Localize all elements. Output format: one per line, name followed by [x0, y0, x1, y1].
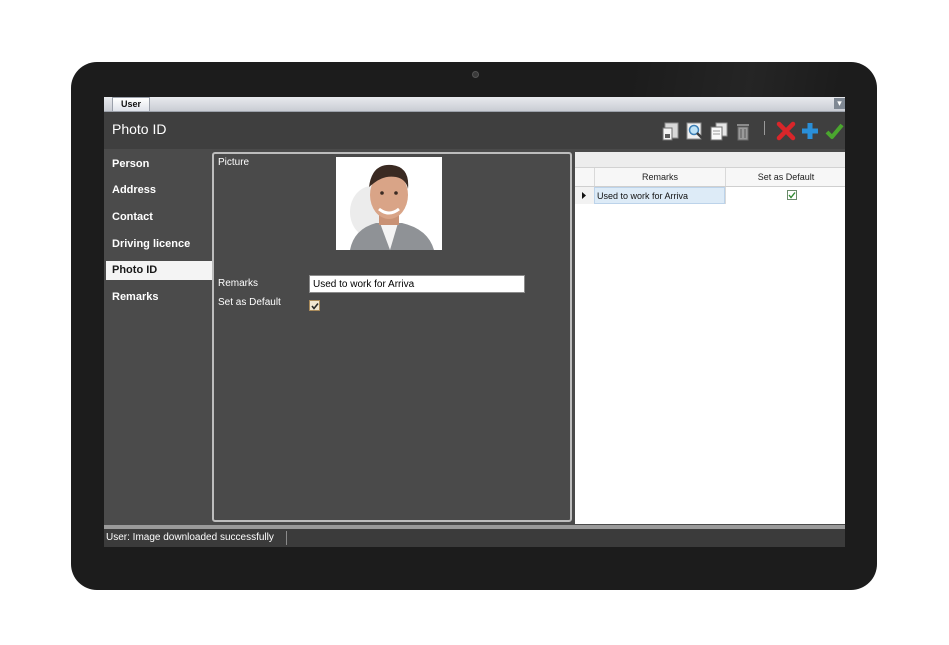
- cancel-button[interactable]: [775, 120, 797, 142]
- set-default-checkbox[interactable]: [309, 300, 320, 311]
- confirm-button[interactable]: [823, 120, 845, 142]
- status-bar: User: Image downloaded successfully: [104, 529, 845, 547]
- sidebar-item-driving-licence[interactable]: Driving licence: [106, 235, 212, 254]
- row-pointer-icon: [582, 192, 586, 199]
- confirm-icon: [825, 123, 844, 139]
- page-title: Photo ID: [112, 121, 167, 137]
- photo-form: Picture Remarks Set as Default: [212, 152, 572, 522]
- page-header: Photo ID: [104, 112, 845, 149]
- cancel-icon: [776, 121, 796, 141]
- tablet-frame: User ▾ Photo ID Person Address Contact D…: [71, 62, 877, 590]
- grid-header: Remarks Set as Default: [575, 168, 845, 187]
- row-indicator: [575, 187, 595, 204]
- sidebar: Person Address Contact Driving licence P…: [104, 149, 212, 527]
- column-header-set-as-default[interactable]: Set as Default: [725, 168, 845, 186]
- frame-highlight: [631, 62, 877, 102]
- status-text: User: Image downloaded successfully: [106, 532, 274, 543]
- app-window: User ▾ Photo ID Person Address Contact D…: [104, 97, 845, 547]
- close-icon[interactable]: ▾: [834, 98, 845, 109]
- toolbar: [658, 119, 845, 143]
- cell-remarks[interactable]: Used to work for Arriva: [594, 187, 725, 204]
- search-icon: [686, 122, 703, 140]
- sidebar-item-person[interactable]: Person: [106, 155, 212, 174]
- person-photo: [336, 157, 442, 250]
- tab-bar: User ▾: [104, 97, 845, 112]
- column-header-remarks[interactable]: Remarks: [594, 168, 725, 186]
- sidebar-item-address[interactable]: Address: [106, 181, 212, 200]
- remarks-input[interactable]: [309, 275, 525, 293]
- tab-user[interactable]: User: [112, 97, 151, 111]
- sidebar-item-remarks[interactable]: Remarks: [106, 288, 212, 307]
- photo-image[interactable]: [336, 157, 442, 250]
- picture-label: Picture: [218, 157, 250, 168]
- delete-icon: [737, 124, 749, 141]
- sidebar-item-photo-id[interactable]: Photo ID: [106, 261, 212, 280]
- add-button[interactable]: [799, 120, 821, 142]
- grid-group-area: [575, 152, 845, 168]
- sidebar-item-contact[interactable]: Contact: [106, 208, 212, 227]
- cell-set-as-default[interactable]: [725, 187, 845, 204]
- copy-button[interactable]: [708, 120, 730, 142]
- table-row[interactable]: Used to work for Arriva: [575, 187, 845, 204]
- remarks-label: Remarks: [218, 278, 259, 289]
- remarks-grid: Remarks Set as Default Used to work for …: [575, 152, 845, 524]
- check-icon: [310, 302, 319, 310]
- save-button[interactable]: [660, 120, 682, 142]
- status-divider: [286, 531, 287, 545]
- save-icon: [662, 122, 679, 141]
- check-icon: [788, 192, 796, 199]
- copy-icon: [710, 122, 728, 141]
- search-button[interactable]: [684, 120, 706, 142]
- set-default-label: Set as Default: [218, 297, 281, 308]
- add-icon: [802, 123, 818, 139]
- toolbar-divider: [764, 121, 765, 135]
- delete-button[interactable]: [732, 120, 754, 142]
- row-default-checkbox[interactable]: [787, 190, 797, 200]
- camera-icon: [472, 71, 479, 78]
